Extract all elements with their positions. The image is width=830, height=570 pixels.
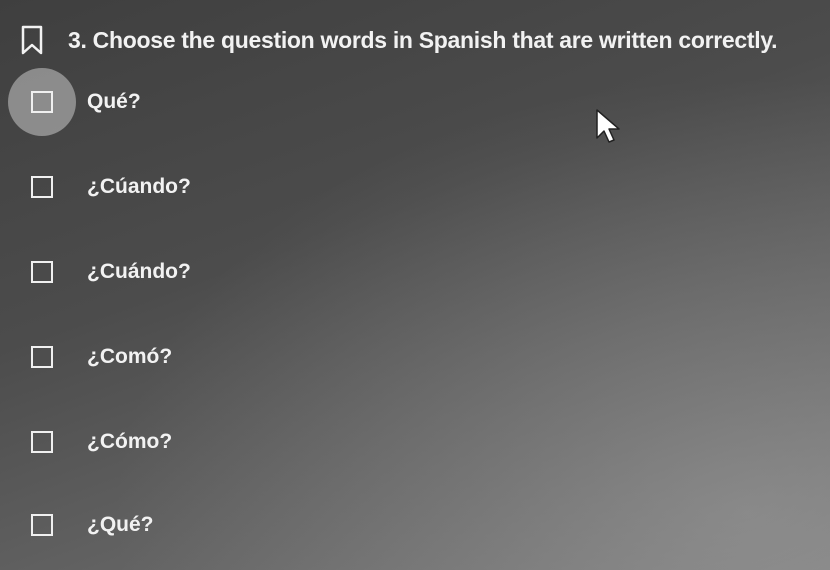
checkbox[interactable] [31, 431, 53, 453]
option-cuando-correct[interactable]: ¿Cuándo? [22, 247, 191, 297]
checkbox-area[interactable] [22, 505, 62, 545]
option-label: ¿Cuándo? [87, 260, 191, 283]
checkbox-area[interactable] [22, 252, 62, 292]
checkbox[interactable] [31, 261, 53, 283]
checkbox[interactable] [31, 514, 53, 536]
option-label: ¿Cúando? [87, 175, 191, 198]
checkbox-hover-area[interactable] [8, 68, 76, 136]
option-como-wrong-accent[interactable]: ¿Comó? [22, 332, 172, 382]
question-text: 3. Choose the question words in Spanish … [68, 26, 778, 53]
option-que-no-opening[interactable]: Qué? [8, 68, 141, 136]
question-header: 3. Choose the question words in Spanish … [18, 20, 818, 60]
option-label: ¿Comó? [87, 345, 173, 368]
option-label: Qué? [87, 90, 141, 113]
mouse-pointer-icon [596, 109, 620, 143]
checkbox-area[interactable] [22, 337, 62, 377]
checkbox-area[interactable] [22, 422, 62, 462]
option-que-correct[interactable]: ¿Qué? [22, 500, 154, 550]
checkbox[interactable] [31, 91, 53, 113]
option-label: ¿Cómo? [87, 430, 173, 453]
bookmark-icon[interactable] [18, 24, 46, 56]
checkbox[interactable] [31, 346, 53, 368]
checkbox-area[interactable] [22, 167, 62, 207]
checkbox[interactable] [31, 176, 53, 198]
option-label: ¿Qué? [87, 513, 154, 536]
option-cuando-wrong-accent[interactable]: ¿Cúando? [22, 162, 191, 212]
option-como-correct[interactable]: ¿Cómo? [22, 417, 172, 467]
